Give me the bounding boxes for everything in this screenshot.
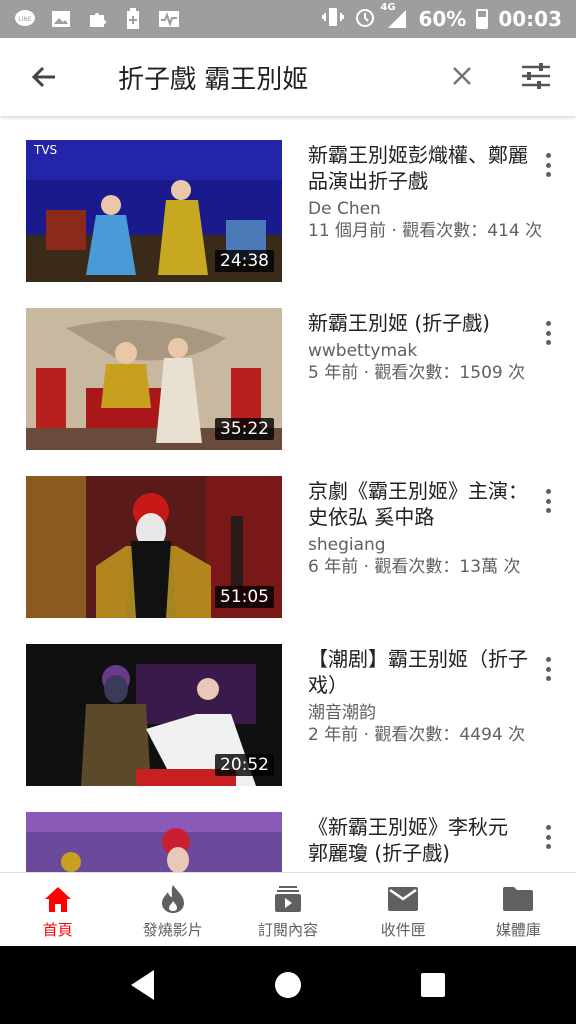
opera-stage-image	[26, 812, 282, 872]
video-title[interactable]: 新霸王別姬 (折子戲)	[308, 310, 528, 336]
subscriptions-icon	[272, 883, 304, 915]
search-results-list: TVS 24:38 新霸王別姬彭熾權、鄭麗品演出折子戲 De Chen 11 個…	[0, 116, 576, 872]
clear-search-button[interactable]	[440, 54, 484, 98]
status-bar: LINE 4G 60% 00:03	[0, 0, 576, 38]
filter-button[interactable]	[514, 54, 558, 98]
video-title[interactable]: 【潮剧】霸王别姬（折子戏）	[308, 646, 528, 698]
video-channel: De Chen	[308, 199, 381, 219]
square-recents-icon	[421, 973, 446, 997]
svg-text:LINE: LINE	[18, 16, 32, 23]
video-thumbnail[interactable]: 20:52	[26, 644, 282, 786]
pulse-icon	[158, 9, 180, 29]
triangle-back-icon	[130, 970, 154, 1000]
system-back-button[interactable]	[113, 955, 173, 1015]
signal-icon: 4G	[380, 2, 408, 30]
nav-label: 媒體庫	[495, 921, 541, 939]
nav-library[interactable]: 媒體庫	[461, 873, 576, 946]
circle-home-icon	[274, 972, 301, 998]
nav-subscriptions[interactable]: 訂閱內容	[230, 873, 345, 946]
back-button[interactable]	[14, 47, 74, 107]
video-result[interactable]: 20:52 【潮剧】霸王别姬（折子戏） 潮音潮韵 2 年前 · 觀看次數：449…	[0, 620, 576, 786]
puzzle-icon	[86, 9, 108, 29]
svg-text:TVS: TVS	[33, 143, 57, 157]
network-type: 4G	[380, 2, 396, 13]
nav-label: 首頁	[42, 921, 73, 939]
video-channel: shegiang	[308, 535, 386, 555]
nav-label: 收件匣	[380, 921, 426, 939]
video-info: 11 個月前 · 觀看次數：414 次	[308, 221, 543, 241]
close-icon	[453, 67, 471, 85]
nav-label: 訂閱內容	[258, 921, 319, 939]
video-thumbnail[interactable]: 51:05	[26, 476, 282, 618]
search-query[interactable]: 折子戲 霸王別姬	[118, 59, 308, 96]
video-duration: 20:52	[215, 754, 274, 776]
more-options-button[interactable]	[538, 822, 558, 852]
video-duration: 24:38	[215, 250, 274, 272]
arrow-back-icon	[31, 66, 55, 88]
line-icon: LINE	[14, 9, 36, 29]
video-result[interactable]: TVS 24:38 新霸王別姬彭熾權、鄭麗品演出折子戲 De Chen 11 個…	[0, 116, 576, 282]
video-duration: 35:22	[215, 418, 274, 440]
more-options-button[interactable]	[538, 486, 558, 516]
video-thumbnail[interactable]: TVS 24:38	[26, 140, 282, 282]
video-result[interactable]: 《新霸王別姬》李秋元 郭麗瓊 (折子戲)	[0, 788, 576, 872]
battery-percent: 60%	[418, 7, 467, 31]
video-duration: 51:05	[215, 586, 274, 608]
nav-label: 發燒影片	[142, 921, 203, 939]
nav-home[interactable]: 首頁	[0, 873, 115, 946]
more-options-button[interactable]	[538, 318, 558, 348]
video-info: 2 年前 · 觀看次數：4494 次	[308, 725, 526, 745]
bottom-navigation: 首頁 發燒影片 訂閱內容 收件匣 媒體庫	[0, 872, 576, 946]
battery-icon	[476, 9, 489, 29]
video-channel: 潮音潮韵	[308, 703, 376, 723]
alarm-icon	[354, 6, 376, 33]
video-info: 5 年前 · 觀看次數：1509 次	[308, 363, 526, 383]
clock: 00:03	[498, 7, 562, 31]
system-navigation-bar	[0, 946, 576, 1024]
search-app-bar: 折子戲 霸王別姬	[0, 38, 576, 116]
video-title[interactable]: 新霸王別姬彭熾權、鄭麗品演出折子戲	[308, 142, 528, 194]
more-options-button[interactable]	[538, 150, 558, 180]
trending-icon	[157, 883, 189, 915]
library-icon	[502, 883, 534, 915]
video-result[interactable]: 35:22 新霸王別姬 (折子戲) wwbettymak 5 年前 · 觀看次數…	[0, 284, 576, 450]
video-thumbnail[interactable]	[26, 812, 282, 872]
inbox-icon	[387, 883, 419, 915]
video-thumbnail[interactable]: 35:22	[26, 308, 282, 450]
video-title[interactable]: 《新霸王別姬》李秋元 郭麗瓊 (折子戲)	[308, 814, 528, 866]
image-icon	[50, 9, 72, 29]
system-home-button[interactable]	[258, 955, 318, 1015]
nav-trending[interactable]: 發燒影片	[115, 873, 230, 946]
tune-icon	[522, 63, 550, 89]
system-recents-button[interactable]	[403, 955, 463, 1015]
video-channel: wwbettymak	[308, 341, 418, 361]
home-icon	[42, 883, 74, 915]
battery-saver-icon	[122, 8, 144, 29]
nav-inbox[interactable]: 收件匣	[346, 873, 461, 946]
more-options-button[interactable]	[538, 654, 558, 684]
video-info: 6 年前 · 觀看次數：13萬 次	[308, 557, 521, 577]
vibrate-icon	[322, 7, 345, 32]
video-title[interactable]: 京劇《霸王別姬》主演：史依弘 奚中路	[308, 478, 528, 530]
video-result[interactable]: 51:05 京劇《霸王別姬》主演：史依弘 奚中路 shegiang 6 年前 ·…	[0, 452, 576, 618]
